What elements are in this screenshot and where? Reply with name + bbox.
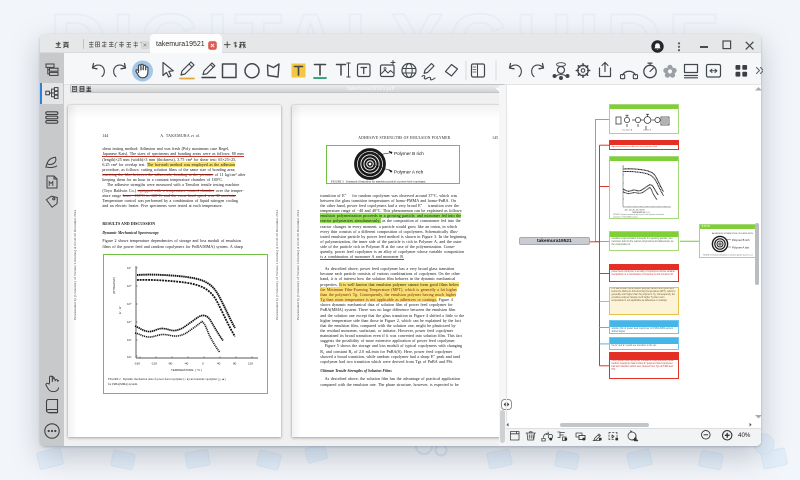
svg-text:Polymer A rich: Polymer A rich bbox=[732, 246, 750, 250]
svg-text:10³: 10³ bbox=[127, 338, 131, 342]
svg-text:FIGURE 3 Schematic illustrat: FIGURE 3 Schematic illustration for emul… bbox=[703, 254, 753, 257]
svg-text:40: 40 bbox=[217, 362, 221, 366]
svg-text:TEMPERATURE ( °C ): TEMPERATURE ( °C ) bbox=[171, 368, 202, 372]
svg-text:FIGURE 2 Dynamic mechanical: FIGURE 2 Dynamic mechanical data of powe… bbox=[108, 377, 226, 381]
svg-text:0: 0 bbox=[202, 362, 204, 366]
svg-text:10⁷: 10⁷ bbox=[127, 266, 131, 270]
svg-text:-40: -40 bbox=[184, 362, 189, 366]
svg-text:Polymer B rich: Polymer B rich bbox=[732, 238, 750, 242]
svg-text:FIGURE 3 Schematic illustrat: FIGURE 3 Schematic illustration for emul… bbox=[331, 179, 426, 183]
svg-text:(DYNE/CM²): (DYNE/CM²) bbox=[112, 277, 116, 294]
svg-text:-80: -80 bbox=[168, 362, 173, 366]
svg-text:ADHESIVE STRENGTHS OF EMULSION: ADHESIVE STRENGTHS OF EMULSION bbox=[712, 232, 753, 235]
svg-text:80: 80 bbox=[233, 362, 237, 366]
svg-text:Polymer B rich: Polymer B rich bbox=[394, 151, 424, 156]
svg-text:copolymer for PnBA(MMA) system: copolymer for PnBA(MMA) system. bbox=[613, 215, 639, 218]
svg-text:10⁴: 10⁴ bbox=[127, 320, 132, 324]
svg-text:10⁶: 10⁶ bbox=[127, 284, 132, 288]
svg-text:-120: -120 bbox=[151, 362, 157, 366]
svg-text:10²: 10² bbox=[127, 355, 131, 359]
svg-text:for PnBA(MMA) system.: for PnBA(MMA) system. bbox=[108, 382, 138, 386]
svg-text:Polymer A rich: Polymer A rich bbox=[394, 169, 424, 174]
svg-text:E′ , E″: E′ , E″ bbox=[118, 306, 122, 314]
svg-text:reactor B: reactor B bbox=[643, 128, 652, 131]
svg-text:10⁵: 10⁵ bbox=[127, 302, 132, 306]
svg-text:120: 120 bbox=[248, 362, 253, 366]
svg-text:-160: -160 bbox=[134, 362, 140, 366]
svg-text:monomer A: monomer A bbox=[622, 128, 633, 131]
